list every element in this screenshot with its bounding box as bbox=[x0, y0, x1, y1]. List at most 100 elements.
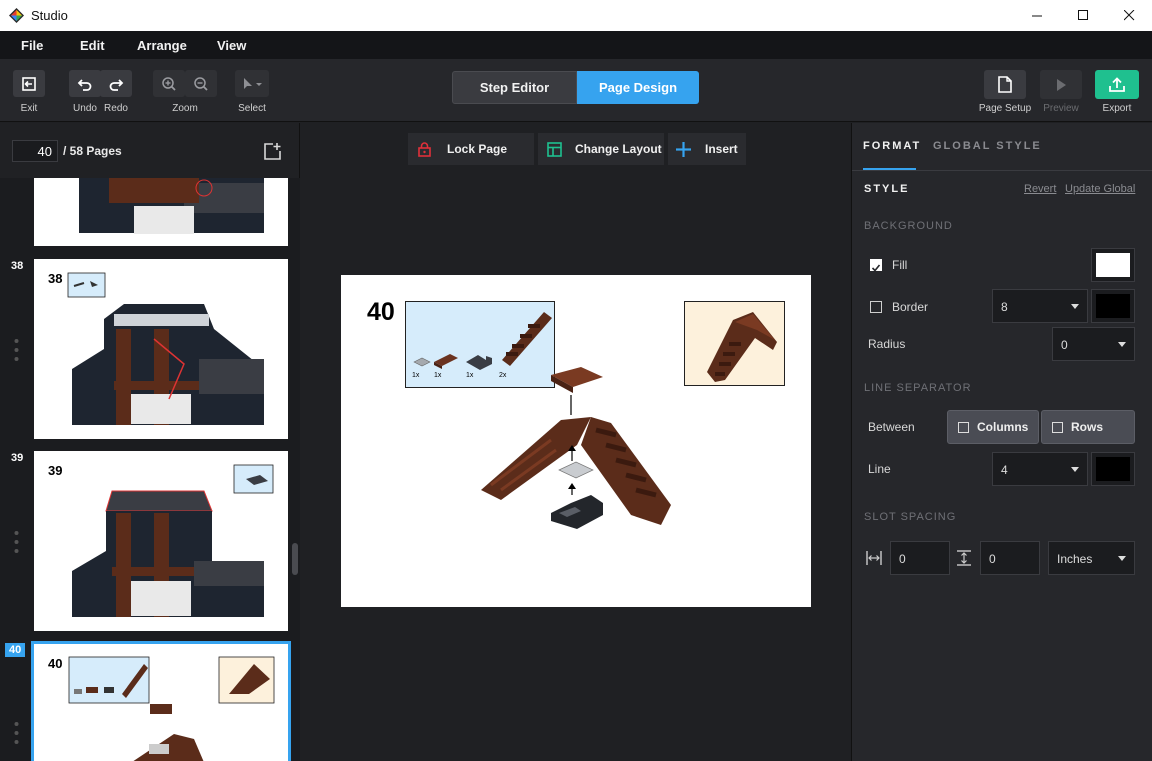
format-panel: FORMAT GLOBAL STYLE STYLE Revert Update … bbox=[851, 123, 1152, 761]
page-setup-label: Page Setup bbox=[978, 103, 1032, 114]
zoom-in-button[interactable] bbox=[153, 70, 185, 97]
drag-handle-icon[interactable] bbox=[14, 338, 19, 364]
rows-toggle[interactable]: Rows bbox=[1041, 410, 1135, 444]
current-page-input[interactable]: 40 bbox=[12, 140, 58, 162]
title-bar: Studio bbox=[0, 0, 1152, 31]
minimize-button[interactable] bbox=[1014, 0, 1060, 31]
close-window-button[interactable] bbox=[1106, 0, 1152, 31]
page-setup-button[interactable] bbox=[984, 70, 1026, 99]
thumbnail-image bbox=[67, 272, 264, 425]
select-tool-button[interactable] bbox=[235, 70, 269, 97]
fill-checkbox[interactable] bbox=[870, 259, 882, 272]
minimize-icon bbox=[1031, 15, 1042, 17]
lock-icon bbox=[418, 141, 431, 157]
page-thumbnail-39[interactable]: 39 bbox=[34, 451, 288, 631]
horizontal-spacing-input[interactable]: 0 bbox=[890, 541, 950, 575]
page-setup-icon bbox=[998, 76, 1012, 93]
border-width-select[interactable]: 8 bbox=[992, 289, 1088, 323]
design-workspace: Lock Page Change Layout Insert 40 1x 1x … bbox=[301, 123, 850, 761]
exit-label: Exit bbox=[20, 103, 38, 114]
lock-page-button[interactable]: Lock Page bbox=[408, 133, 534, 165]
preview-button[interactable] bbox=[1040, 70, 1082, 99]
export-button[interactable] bbox=[1095, 70, 1139, 99]
drag-handle-icon[interactable] bbox=[14, 530, 19, 556]
columns-checkbox bbox=[958, 421, 969, 433]
exit-button[interactable] bbox=[13, 70, 45, 97]
drag-handle-icon[interactable] bbox=[14, 721, 19, 747]
undo-icon bbox=[77, 78, 92, 91]
page-thumbnail-40[interactable]: 40 bbox=[31, 641, 291, 761]
columns-toggle[interactable]: Columns bbox=[947, 410, 1039, 444]
thumb-step-number: 38 bbox=[48, 271, 63, 286]
style-heading: STYLE bbox=[864, 183, 910, 195]
redo-button[interactable] bbox=[100, 70, 132, 97]
undo-label: Undo bbox=[73, 103, 97, 114]
thumbnail-scrollbar[interactable] bbox=[292, 543, 298, 575]
line-color-swatch[interactable] bbox=[1091, 452, 1135, 486]
revert-link[interactable]: Revert bbox=[1024, 183, 1056, 195]
maximize-icon bbox=[1077, 10, 1088, 20]
page-number-38: 38 bbox=[11, 260, 24, 272]
layout-icon bbox=[547, 141, 562, 157]
horizontal-spacing-icon bbox=[866, 551, 882, 565]
undo-button[interactable] bbox=[69, 70, 101, 97]
spacing-unit-select[interactable]: Inches bbox=[1048, 541, 1135, 575]
page-thumbnail-37[interactable] bbox=[34, 178, 288, 246]
line-color bbox=[1096, 457, 1130, 481]
menu-arrange[interactable]: Arrange bbox=[137, 38, 187, 53]
studio-logo-icon bbox=[9, 8, 24, 23]
tab-global-style[interactable]: GLOBAL STYLE bbox=[933, 140, 1042, 152]
thumbnail-image bbox=[68, 656, 275, 761]
page-thumbnail-38[interactable]: 38 bbox=[34, 259, 288, 439]
line-separator-heading: LINE SEPARATOR bbox=[864, 382, 972, 394]
window-title: Studio bbox=[31, 8, 68, 23]
upload-icon bbox=[1109, 76, 1125, 92]
cursor-icon bbox=[244, 77, 262, 89]
thumbnail-image bbox=[72, 464, 274, 617]
page-count-label: / 58 Pages bbox=[63, 144, 122, 158]
thumbnail-list[interactable]: 38 38 39 39 40 40 bbox=[0, 178, 300, 761]
border-checkbox[interactable] bbox=[870, 301, 882, 313]
tab-step-editor[interactable]: Step Editor bbox=[452, 71, 577, 104]
radius-label: Radius bbox=[868, 337, 906, 351]
tab-page-design[interactable]: Page Design bbox=[577, 71, 699, 104]
change-layout-button[interactable]: Change Layout bbox=[538, 133, 664, 165]
tab-format[interactable]: FORMAT bbox=[863, 140, 921, 152]
radius-select[interactable]: 0 bbox=[1052, 327, 1135, 361]
rows-checkbox bbox=[1052, 421, 1063, 433]
border-color bbox=[1096, 294, 1130, 318]
maximize-button[interactable] bbox=[1060, 0, 1106, 31]
preview-label: Preview bbox=[1043, 103, 1079, 114]
zoom-out-button[interactable] bbox=[185, 70, 217, 97]
zoom-label: Zoom bbox=[172, 103, 198, 114]
lock-page-label: Lock Page bbox=[447, 142, 508, 156]
thumbnail-image bbox=[79, 178, 264, 234]
menu-view[interactable]: View bbox=[217, 38, 246, 53]
update-global-link[interactable]: Update Global bbox=[1065, 183, 1135, 195]
redo-icon bbox=[109, 78, 124, 91]
toolbar: Exit Undo Redo Zoom Select Step Editor P… bbox=[0, 59, 1152, 122]
menu-edit[interactable]: Edit bbox=[80, 38, 105, 53]
menu-file[interactable]: File bbox=[21, 38, 43, 53]
redo-label: Redo bbox=[104, 103, 128, 114]
border-color-swatch[interactable] bbox=[1091, 289, 1135, 323]
vertical-spacing-input[interactable]: 0 bbox=[980, 541, 1040, 575]
line-width-select[interactable]: 4 bbox=[992, 452, 1088, 486]
checkmark-icon bbox=[871, 264, 881, 272]
pages-panel: 40 / 58 Pages 38 38 39 39 40 40 bbox=[0, 123, 300, 761]
border-label: Border bbox=[892, 300, 929, 314]
play-icon bbox=[1057, 78, 1066, 91]
add-page-icon[interactable] bbox=[263, 142, 282, 161]
select-label: Select bbox=[238, 103, 266, 114]
fill-color-swatch[interactable] bbox=[1091, 248, 1135, 282]
slot-spacing-heading: SLOT SPACING bbox=[864, 511, 957, 523]
insert-button[interactable]: Insert bbox=[668, 133, 746, 165]
exit-icon bbox=[22, 76, 36, 91]
instruction-page-canvas[interactable]: 40 1x 1x 1x 2x bbox=[341, 275, 811, 607]
menu-bar: File Edit Arrange View bbox=[0, 31, 1152, 59]
fill-color bbox=[1096, 253, 1130, 277]
columns-label: Columns bbox=[977, 420, 1029, 434]
build-step-image bbox=[481, 367, 671, 529]
background-heading: BACKGROUND bbox=[864, 220, 953, 232]
plus-icon bbox=[676, 141, 691, 157]
